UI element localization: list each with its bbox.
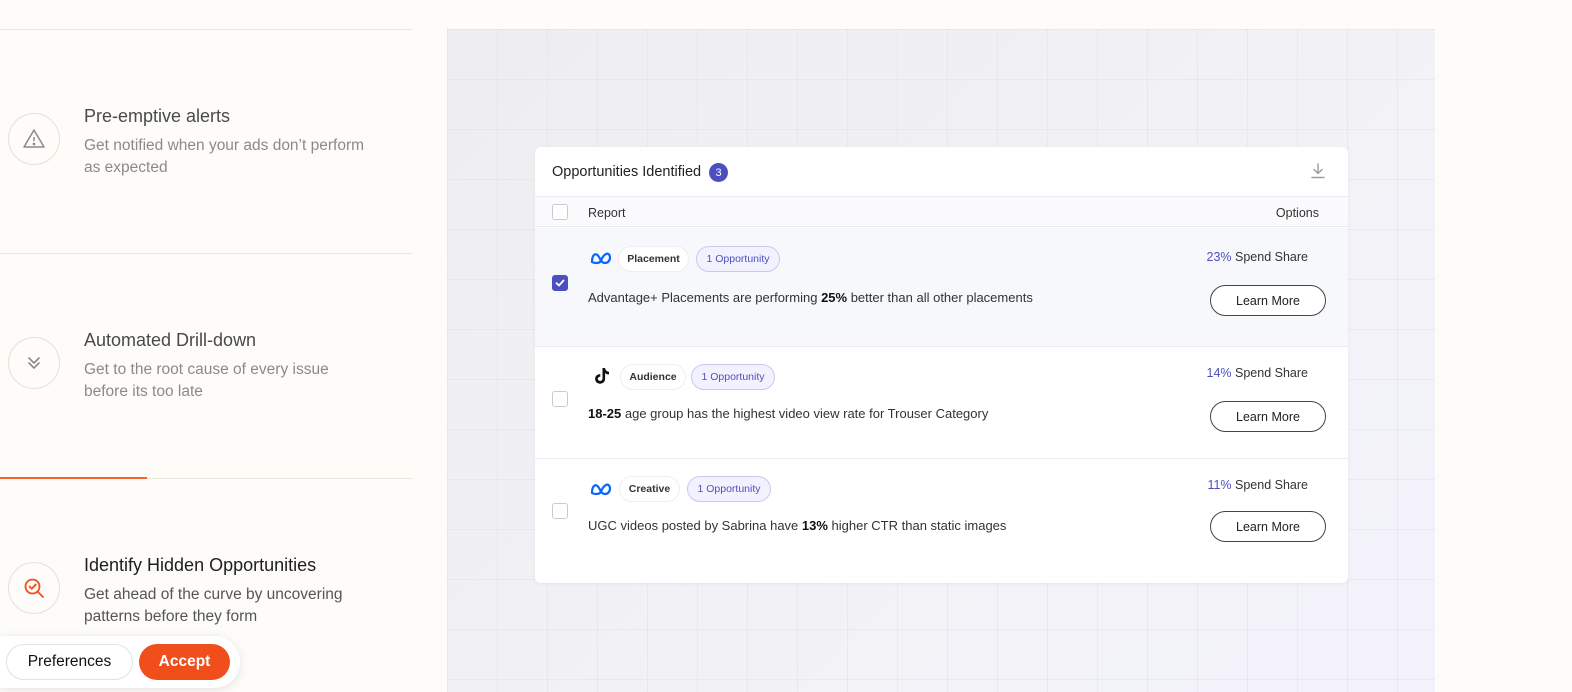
feature-pre-emptive-alerts[interactable]: Pre-emptive alerts Get notified when you… bbox=[0, 29, 413, 253]
column-options: Options bbox=[1275, 206, 1319, 220]
row-description: Advantage+ Placements are performing 25%… bbox=[588, 290, 1033, 305]
double-chevron-down-icon bbox=[8, 337, 60, 389]
card-title: Opportunities Identified bbox=[552, 164, 702, 180]
accept-button[interactable]: Accept bbox=[139, 644, 230, 680]
opportunities-card: Opportunities Identified 3 Report Option… bbox=[535, 147, 1348, 583]
table-header: Report Options bbox=[535, 197, 1348, 227]
category-tag: Creative bbox=[619, 476, 680, 502]
feature-title: Identify Hidden Opportunities bbox=[84, 555, 317, 575]
table-row[interactable]: Placement 1 Opportunity Advantage+ Place… bbox=[535, 228, 1348, 347]
tiktok-icon bbox=[595, 368, 609, 384]
meta-icon bbox=[590, 483, 612, 496]
select-all-checkbox[interactable] bbox=[552, 204, 568, 220]
opportunity-tag: 1 Opportunity bbox=[687, 476, 771, 502]
column-report: Report bbox=[588, 206, 626, 220]
opportunity-tag: 1 Opportunity bbox=[696, 246, 780, 272]
meta-icon bbox=[590, 252, 612, 265]
learn-more-button[interactable]: Learn More bbox=[1210, 401, 1326, 432]
cookie-consent-bar: Preferences Accept bbox=[0, 636, 240, 688]
spend-share: 23% Spend Share bbox=[1206, 250, 1308, 264]
feature-description: Get notified when your ads don’t perform… bbox=[84, 137, 365, 176]
category-tag: Placement bbox=[618, 246, 689, 272]
features-list: Pre-emptive alerts Get notified when you… bbox=[0, 0, 413, 692]
row-description: 18-25 age group has the highest video vi… bbox=[588, 406, 989, 421]
learn-more-button[interactable]: Learn More bbox=[1210, 511, 1326, 542]
row-description: UGC videos posted by Sabrina have 13% hi… bbox=[588, 518, 1007, 533]
row-checkbox[interactable] bbox=[552, 275, 568, 291]
search-check-icon bbox=[8, 562, 60, 614]
count-badge: 3 bbox=[709, 163, 728, 182]
category-tag: Audience bbox=[620, 364, 686, 390]
feature-title: Automated Drill-down bbox=[84, 330, 257, 350]
table-row[interactable]: Creative 1 Opportunity UGC videos posted… bbox=[535, 459, 1348, 583]
feature-description: Get to the root cause of every issue bef… bbox=[84, 361, 329, 400]
warning-triangle-icon bbox=[8, 113, 60, 165]
opportunity-tag: 1 Opportunity bbox=[691, 364, 775, 390]
row-checkbox[interactable] bbox=[552, 391, 568, 407]
feature-automated-drill-down[interactable]: Automated Drill-down Get to the root cau… bbox=[0, 253, 413, 478]
product-preview: Opportunities Identified 3 Report Option… bbox=[447, 29, 1435, 692]
feature-title: Pre-emptive alerts bbox=[84, 106, 231, 126]
download-icon[interactable] bbox=[1310, 162, 1326, 180]
spend-share: 14% Spend Share bbox=[1206, 366, 1308, 380]
table-row[interactable]: Audience 1 Opportunity 18-25 age group h… bbox=[535, 347, 1348, 459]
feature-description: Get ahead of the curve by uncovering pat… bbox=[84, 586, 343, 625]
row-checkbox[interactable] bbox=[552, 503, 568, 519]
spend-share: 11% Spend Share bbox=[1207, 478, 1308, 492]
learn-more-button[interactable]: Learn More bbox=[1210, 285, 1326, 316]
preferences-button[interactable]: Preferences bbox=[6, 644, 133, 680]
card-header: Opportunities Identified 3 bbox=[535, 147, 1348, 197]
